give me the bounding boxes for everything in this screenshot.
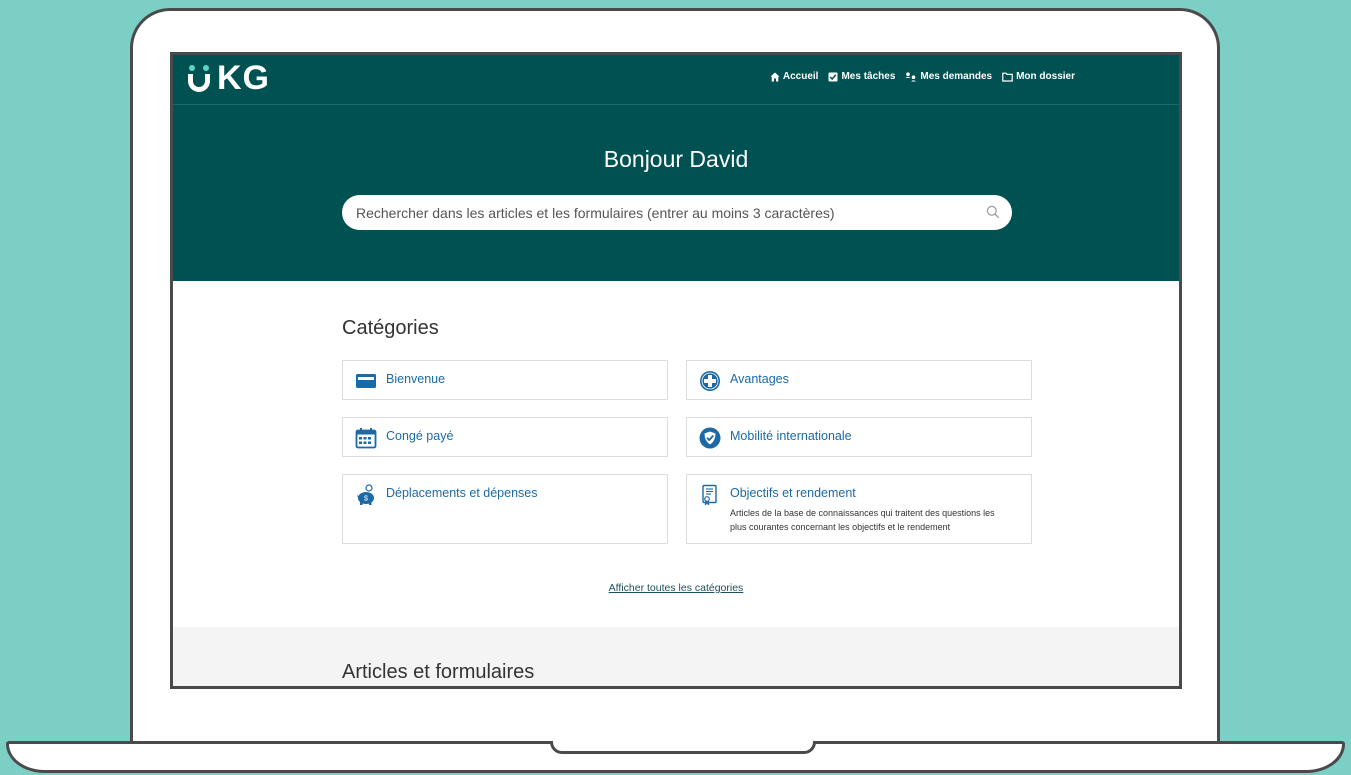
folder-icon (1002, 72, 1013, 82)
articles-section: Articles et formulaires (173, 627, 1179, 686)
svg-text:$: $ (364, 496, 368, 503)
categories-section: Catégories Bienvenue Avantages Congé pay… (173, 281, 1179, 627)
screen: KG Accueil Mes tâches Mes demandes Mon d… (170, 52, 1182, 689)
search-input[interactable] (342, 195, 972, 230)
category-bienvenue[interactable]: Bienvenue (342, 360, 668, 400)
category-avantages[interactable]: Avantages (686, 360, 1032, 400)
logo-text: KG (217, 59, 270, 97)
nav-item-mon-dossier[interactable]: Mon dossier (1002, 71, 1075, 82)
category-objectifs-rendement[interactable]: Objectifs et rendement Articles de la ba… (686, 474, 1032, 544)
nav-item-mes-demandes[interactable]: Mes demandes (905, 71, 992, 82)
card-icon (356, 374, 376, 388)
home-icon (770, 72, 780, 81)
search-icon[interactable] (986, 205, 1000, 219)
checkbox-icon (828, 72, 838, 81)
hero-banner: Bonjour David (173, 105, 1179, 281)
calendar-icon (355, 428, 377, 449)
requests-icon (905, 71, 917, 81)
view-all-wrapper: Afficher toutes les catégories (173, 578, 1179, 596)
view-all-categories-link[interactable]: Afficher toutes les catégories (609, 582, 744, 594)
greeting-title: Bonjour David (603, 146, 749, 172)
articles-title: Articles et formulaires (342, 661, 535, 683)
categories-title: Catégories (342, 317, 439, 339)
category-deplacements-depenses[interactable]: $ Déplacements et dépenses (342, 474, 668, 544)
category-description: Articles de la base de connaissances qui… (730, 508, 995, 532)
piggy-bank-icon: $ (357, 484, 374, 505)
logo-u-mark (187, 63, 213, 93)
shield-check-icon (699, 427, 721, 449)
category-mobilite-internationale[interactable]: Mobilité internationale (686, 417, 1032, 457)
nav-item-mes-taches[interactable]: Mes tâches (828, 71, 895, 82)
search-box (342, 195, 1012, 230)
category-conge-paye[interactable]: Congé payé (342, 417, 668, 457)
app-header: KG Accueil Mes tâches Mes demandes Mon d… (173, 55, 1179, 105)
main-nav: Accueil Mes tâches Mes demandes Mon doss… (770, 71, 1075, 82)
nav-item-accueil[interactable]: Accueil (770, 71, 818, 82)
certificate-icon (702, 484, 717, 506)
laptop-base (6, 741, 1345, 773)
laptop-notch (550, 741, 816, 754)
ukg-logo[interactable]: KG (187, 58, 270, 98)
medical-cross-icon (700, 371, 720, 391)
